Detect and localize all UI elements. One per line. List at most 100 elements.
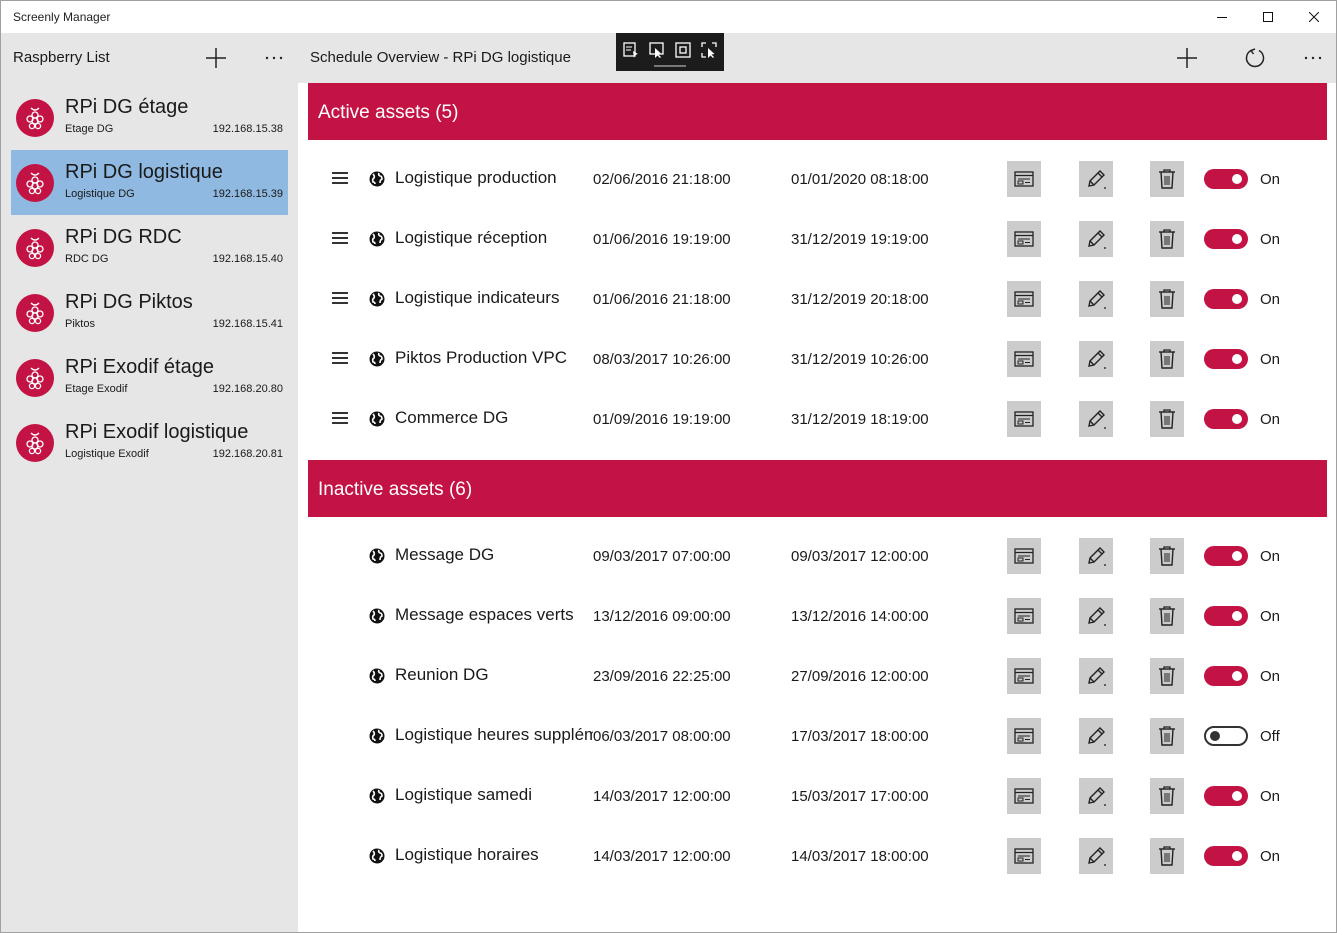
delete-button[interactable] <box>1150 718 1184 754</box>
sidebar-title: Raspberry List <box>13 49 110 66</box>
preview-button[interactable] <box>1007 281 1041 317</box>
edit-button[interactable] <box>1079 281 1113 317</box>
asset-row: Logistique indicateurs 01/06/2016 21:18:0… <box>308 271 1327 331</box>
preview-button[interactable] <box>1007 538 1041 574</box>
drag-handle-icon[interactable] <box>332 292 348 306</box>
preview-button[interactable] <box>1007 341 1041 377</box>
enabled-toggle[interactable] <box>1204 846 1248 866</box>
device-item[interactable]: RPi DG RDC RDC DG 192.168.15.40 <box>11 215 288 280</box>
raspberry-icon <box>26 172 44 195</box>
track-focus-icon[interactable] <box>700 41 718 59</box>
toggle-knob <box>1232 791 1242 801</box>
enabled-toggle[interactable] <box>1204 546 1248 566</box>
globe-icon <box>369 728 385 744</box>
main-more-button[interactable] <box>1293 38 1333 78</box>
asset-name: Logistique horaires <box>395 845 539 864</box>
delete-button[interactable] <box>1150 778 1184 814</box>
globe-icon <box>369 848 385 864</box>
device-item[interactable]: RPi DG Piktos Piktos 192.168.15.41 <box>11 280 288 345</box>
drag-handle-icon[interactable] <box>332 232 348 246</box>
trash-icon <box>1159 169 1175 189</box>
device-item[interactable]: RPi Exodif logistique Logistique Exodif 19… <box>11 410 288 475</box>
delete-button[interactable] <box>1150 341 1184 377</box>
maximize-button[interactable] <box>1245 1 1291 33</box>
enabled-toggle[interactable] <box>1204 289 1248 309</box>
device-item[interactable]: RPi DG logistique Logistique DG 192.168.15… <box>11 150 288 215</box>
enabled-toggle[interactable] <box>1204 169 1248 189</box>
asset-name: Logistique samedi <box>395 785 533 804</box>
minimize-button[interactable] <box>1199 1 1245 33</box>
enabled-toggle[interactable] <box>1204 606 1248 626</box>
preview-button[interactable] <box>1007 401 1041 437</box>
app-window: Screenly Manager Raspberry List RPi DG é… <box>0 0 1337 933</box>
asset-end-date: 27/09/2016 12:00:00 <box>791 668 929 685</box>
globe-icon <box>369 608 385 624</box>
preview-button[interactable] <box>1007 778 1041 814</box>
delete-button[interactable] <box>1150 221 1184 257</box>
layout-bounds-icon[interactable] <box>674 41 692 59</box>
title-bar: Screenly Manager <box>1 1 1336 33</box>
toggle-state-label: On <box>1260 231 1281 248</box>
delete-button[interactable] <box>1150 838 1184 874</box>
toggle-state-label: Off <box>1260 728 1280 745</box>
edit-button[interactable] <box>1079 598 1113 634</box>
select-element-icon[interactable] <box>622 41 640 59</box>
enabled-toggle[interactable] <box>1204 409 1248 429</box>
device-ip: 192.168.20.81 <box>212 448 283 460</box>
device-location: Etage DG <box>65 123 114 135</box>
edit-button[interactable] <box>1079 538 1113 574</box>
sidebar-more-button[interactable] <box>254 38 294 78</box>
raspberry-icon <box>26 107 44 130</box>
edit-button[interactable] <box>1079 221 1113 257</box>
add-asset-button[interactable] <box>1167 38 1207 78</box>
toggle-state-label: On <box>1260 411 1281 428</box>
enabled-toggle[interactable] <box>1204 726 1248 746</box>
delete-button[interactable] <box>1150 401 1184 437</box>
asset-row: Piktos Production VPC 08/03/2017 10:26:00… <box>308 331 1327 391</box>
device-logo <box>16 164 54 202</box>
toggle-knob <box>1232 551 1242 561</box>
edit-button[interactable] <box>1079 838 1113 874</box>
preview-button[interactable] <box>1007 161 1041 197</box>
enabled-toggle[interactable] <box>1204 349 1248 369</box>
edit-button[interactable] <box>1079 718 1113 754</box>
toolbar-grip[interactable] <box>654 65 686 67</box>
edit-button[interactable] <box>1079 161 1113 197</box>
asset-name: Logistique indicateurs <box>395 288 560 307</box>
scrollbar[interactable] <box>1328 83 1330 932</box>
close-button[interactable] <box>1291 1 1337 33</box>
preview-icon <box>1014 608 1034 624</box>
enabled-toggle[interactable] <box>1204 229 1248 249</box>
delete-button[interactable] <box>1150 598 1184 634</box>
asset-start-date: 06/03/2017 08:00:00 <box>593 728 731 745</box>
trash-icon <box>1159 846 1175 866</box>
drag-handle-icon[interactable] <box>332 412 348 426</box>
edit-button[interactable] <box>1079 658 1113 694</box>
edit-button[interactable] <box>1079 341 1113 377</box>
refresh-button[interactable] <box>1235 38 1275 78</box>
preview-button[interactable] <box>1007 718 1041 754</box>
add-device-button[interactable] <box>196 38 236 78</box>
preview-icon <box>1014 411 1034 427</box>
delete-button[interactable] <box>1150 538 1184 574</box>
drag-handle-icon[interactable] <box>332 352 348 366</box>
delete-button[interactable] <box>1150 658 1184 694</box>
drag-handle-icon[interactable] <box>332 172 348 186</box>
preview-button[interactable] <box>1007 598 1041 634</box>
device-item[interactable]: RPi DG étage Etage DG 192.168.15.38 <box>11 85 288 150</box>
enabled-toggle[interactable] <box>1204 786 1248 806</box>
device-item[interactable]: RPi Exodif étage Etage Exodif 192.168.20.8… <box>11 345 288 410</box>
delete-button[interactable] <box>1150 281 1184 317</box>
pointer-select-icon[interactable] <box>648 41 666 59</box>
toggle-state-label: On <box>1260 171 1281 188</box>
preview-button[interactable] <box>1007 838 1041 874</box>
globe-icon <box>369 411 385 427</box>
preview-button[interactable] <box>1007 658 1041 694</box>
delete-button[interactable] <box>1150 161 1184 197</box>
enabled-toggle[interactable] <box>1204 666 1248 686</box>
preview-button[interactable] <box>1007 221 1041 257</box>
edit-button[interactable] <box>1079 778 1113 814</box>
device-ip: 192.168.15.38 <box>212 123 283 135</box>
edit-button[interactable] <box>1079 401 1113 437</box>
globe-icon <box>369 351 385 367</box>
